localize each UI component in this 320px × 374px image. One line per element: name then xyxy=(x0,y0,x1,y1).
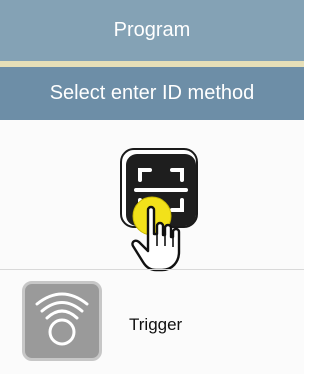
program-panel: Program Select enter ID method S xyxy=(0,0,304,374)
wireless-trigger-icon xyxy=(35,292,89,346)
title-bar: Program xyxy=(0,0,304,61)
trigger-option[interactable]: Trigger xyxy=(22,281,292,365)
page-title: Program xyxy=(113,19,191,41)
subtitle-bar: Select enter ID method xyxy=(0,67,304,120)
trigger-option-label: Trigger xyxy=(129,315,183,334)
option-divider xyxy=(0,269,304,270)
trigger-icon-tile xyxy=(22,281,102,361)
scan-option[interactable]: S xyxy=(96,148,206,272)
page-subtitle: Select enter ID method xyxy=(49,82,255,104)
hand-pointer-icon xyxy=(131,196,181,272)
